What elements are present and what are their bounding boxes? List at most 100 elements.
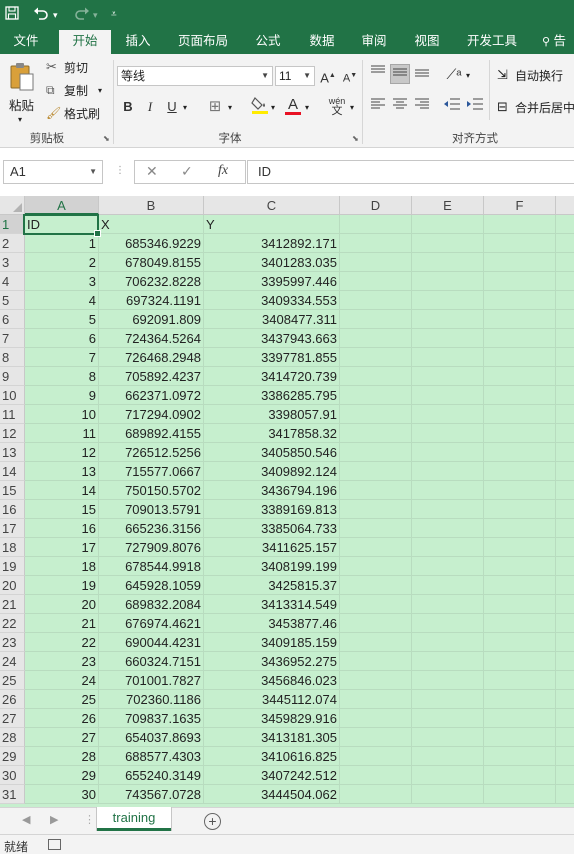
empty-cell[interactable]	[340, 557, 412, 576]
cell-x[interactable]: 750150.5702	[99, 481, 204, 500]
empty-cell[interactable]	[484, 367, 556, 386]
italic-button[interactable]: I	[140, 97, 160, 117]
empty-cell[interactable]	[412, 519, 484, 538]
empty-cell[interactable]	[556, 481, 574, 500]
cell-y[interactable]: 3425815.37	[204, 576, 340, 595]
cell-y[interactable]: 3410616.825	[204, 747, 340, 766]
header-cell-id[interactable]: ID	[25, 215, 99, 234]
save-icon[interactable]	[5, 6, 19, 25]
empty-cell[interactable]	[556, 652, 574, 671]
empty-cell[interactable]	[340, 481, 412, 500]
cell-y[interactable]: 3395997.446	[204, 272, 340, 291]
sheet-tab-training[interactable]: training	[97, 807, 171, 831]
cell-x[interactable]: 678049.8155	[99, 253, 204, 272]
empty-cell[interactable]	[412, 500, 484, 519]
cell-id[interactable]: 8	[25, 367, 99, 386]
cell-y[interactable]: 3389169.813	[204, 500, 340, 519]
customize-qat-icon[interactable]: ⩡	[111, 6, 117, 24]
enter-icon[interactable]: ✓	[181, 163, 193, 180]
empty-cell[interactable]	[340, 652, 412, 671]
empty-cell[interactable]	[556, 538, 574, 557]
tab-file[interactable]: 文件	[0, 30, 52, 54]
paste-button[interactable]: 粘贴 ▾	[6, 60, 38, 126]
borders-dropdown-icon[interactable]: ▾	[228, 100, 232, 116]
empty-cell[interactable]	[556, 424, 574, 443]
row-header[interactable]: 7	[0, 329, 25, 348]
empty-cell[interactable]	[484, 405, 556, 424]
empty-cell[interactable]	[412, 405, 484, 424]
orientation-icon[interactable]: ⟋ᵃ	[444, 64, 464, 84]
tab-formulas[interactable]: 公式	[246, 30, 290, 54]
cell-id[interactable]: 17	[25, 538, 99, 557]
font-launcher-icon[interactable]: ⬊	[352, 134, 359, 143]
empty-cell[interactable]	[412, 671, 484, 690]
phonetic-dropdown-icon[interactable]: ▾	[350, 100, 354, 116]
empty-cell[interactable]	[484, 785, 556, 804]
cell-id[interactable]: 3	[25, 272, 99, 291]
cell-x[interactable]: 676974.4621	[99, 614, 204, 633]
cell-id[interactable]: 22	[25, 633, 99, 652]
decrease-indent-icon[interactable]	[442, 97, 462, 117]
cell-y[interactable]: 3445112.074	[204, 690, 340, 709]
font-color-dropdown-icon[interactable]: ▾	[305, 100, 309, 116]
cell-y[interactable]: 3398057.91	[204, 405, 340, 424]
row-header[interactable]: 24	[0, 652, 25, 671]
empty-cell[interactable]	[340, 519, 412, 538]
empty-cell[interactable]	[556, 633, 574, 652]
empty-cell[interactable]	[484, 291, 556, 310]
cell-x[interactable]: 654037.8693	[99, 728, 204, 747]
cell-id[interactable]: 13	[25, 462, 99, 481]
empty-cell[interactable]	[484, 595, 556, 614]
row-header[interactable]: 31	[0, 785, 25, 804]
align-top-icon[interactable]	[368, 64, 388, 84]
row-header[interactable]: 16	[0, 500, 25, 519]
empty-cell[interactable]	[412, 348, 484, 367]
empty-cell[interactable]	[484, 709, 556, 728]
empty-cell[interactable]	[484, 234, 556, 253]
column-header-b[interactable]: B	[99, 196, 204, 215]
formula-input[interactable]: ID	[247, 160, 574, 184]
cell-x[interactable]: 655240.3149	[99, 766, 204, 785]
empty-cell[interactable]	[556, 253, 574, 272]
cell-id[interactable]: 28	[25, 747, 99, 766]
column-header-d[interactable]: D	[340, 196, 412, 215]
cell-y[interactable]: 3407242.512	[204, 766, 340, 785]
empty-cell[interactable]	[340, 348, 412, 367]
tab-review[interactable]: 审阅	[352, 30, 396, 54]
header-cell-y[interactable]: Y	[204, 215, 340, 234]
cell-id[interactable]: 16	[25, 519, 99, 538]
row-header[interactable]: 5	[0, 291, 25, 310]
row-header[interactable]: 30	[0, 766, 25, 785]
cell-id[interactable]: 7	[25, 348, 99, 367]
empty-cell[interactable]	[340, 728, 412, 747]
row-header[interactable]: 22	[0, 614, 25, 633]
cell-id[interactable]: 10	[25, 405, 99, 424]
row-header[interactable]: 21	[0, 595, 25, 614]
cell-id[interactable]: 27	[25, 728, 99, 747]
empty-cell[interactable]	[412, 386, 484, 405]
empty-cell[interactable]	[340, 272, 412, 291]
align-center-icon[interactable]	[390, 97, 410, 117]
cell-x[interactable]: 645928.1059	[99, 576, 204, 595]
cell-id[interactable]: 15	[25, 500, 99, 519]
empty-cell[interactable]	[412, 481, 484, 500]
cut-button[interactable]: ✂ 剪切	[46, 59, 94, 77]
row-header[interactable]: 14	[0, 462, 25, 481]
empty-cell[interactable]	[556, 766, 574, 785]
cell-x[interactable]: 727909.8076	[99, 538, 204, 557]
row-header[interactable]: 18	[0, 538, 25, 557]
tab-insert[interactable]: 插入	[116, 30, 160, 54]
wrap-text-button[interactable]: ⇲ 自动换行	[497, 67, 574, 85]
cell-y[interactable]: 3444504.062	[204, 785, 340, 804]
empty-cell[interactable]	[340, 329, 412, 348]
empty-cell[interactable]	[556, 614, 574, 633]
cell-y[interactable]: 3409892.124	[204, 462, 340, 481]
empty-cell[interactable]	[412, 747, 484, 766]
cell-y[interactable]: 3437943.663	[204, 329, 340, 348]
empty-cell[interactable]	[484, 500, 556, 519]
cell-id[interactable]: 23	[25, 652, 99, 671]
cell-x[interactable]: 717294.0902	[99, 405, 204, 424]
empty-cell[interactable]	[484, 329, 556, 348]
row-header[interactable]: 27	[0, 709, 25, 728]
row-header[interactable]: 17	[0, 519, 25, 538]
